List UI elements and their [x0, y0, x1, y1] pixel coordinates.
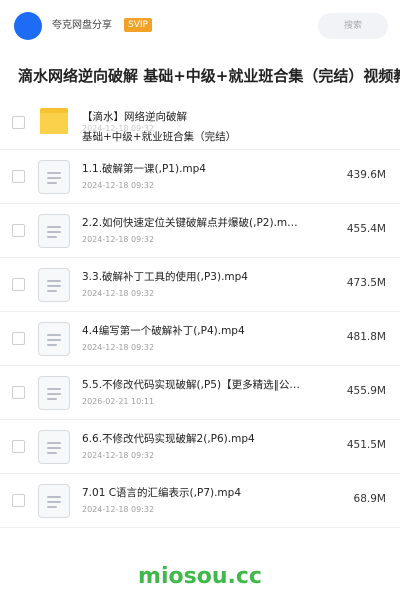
list-item[interactable]: 7.01 C语言的汇编表示(,P7).mp4 2024-12-18 09:32 …: [0, 474, 400, 528]
item-name: 7.01 C语言的汇编表示(,P7).mp4: [82, 487, 242, 499]
item-size: 439.6M: [346, 169, 386, 181]
video-file-icon: [38, 214, 70, 248]
video-file-icon: [38, 430, 70, 464]
list-item[interactable]: 2.2.如何快速定位关键破解点并爆破(,P2).m… 2024-12-18 09…: [0, 204, 400, 258]
video-file-icon: [38, 268, 70, 302]
share-owner-name: 夸克网盘分享: [52, 20, 112, 31]
item-date: 2024-12-18 09:32: [82, 343, 155, 352]
select-checkbox[interactable]: [12, 116, 25, 129]
item-date: 2024-12-18 09:32: [82, 451, 155, 460]
share-title-bar: 滴水网络逆向破解 基础+中级+就业班合集（完结）视频教: [0, 58, 400, 96]
video-file-icon: [38, 160, 70, 194]
site-watermark: miosou.cc: [138, 564, 262, 589]
item-size: 455.9M: [346, 385, 386, 397]
list-item[interactable]: 6.6.不修改代码实现破解2(,P6).mp4 2024-12-18 09:32…: [0, 420, 400, 474]
list-item[interactable]: 4.4编写第一个破解补丁(,P4).mp4 2024-12-18 09:32 4…: [0, 312, 400, 366]
item-size: 473.5M: [346, 277, 386, 289]
item-size: 451.5M: [346, 439, 386, 451]
select-checkbox[interactable]: [12, 332, 25, 345]
item-name: 1.1.破解第一课(,P1).mp4: [82, 163, 206, 175]
select-checkbox[interactable]: [12, 440, 25, 453]
item-name: 2.2.如何快速定位关键破解点并爆破(,P2).m…: [82, 217, 298, 229]
video-file-icon: [38, 376, 70, 410]
item-name: 【滴水】网络逆向破解: [82, 111, 187, 123]
item-date: 2026-02-21 10:11: [82, 397, 155, 406]
svip-badge: SVIP: [124, 18, 152, 32]
select-checkbox[interactable]: [12, 386, 25, 399]
item-date: 2024-12-18 09:32: [82, 235, 155, 244]
search-input[interactable]: 搜索: [318, 13, 388, 39]
item-size: 481.8M: [346, 331, 386, 343]
item-size: 455.4M: [346, 223, 386, 235]
select-checkbox[interactable]: [12, 278, 25, 291]
list-item[interactable]: 3.3.破解补丁工具的使用(,P3).mp4 2024-12-18 09:32 …: [0, 258, 400, 312]
item-name: 4.4编写第一个破解补丁(,P4).mp4: [82, 325, 245, 337]
select-checkbox[interactable]: [12, 494, 25, 507]
list-item-folder[interactable]: 2024-12-18 09:32 【滴水】网络逆向破解 基础+中级+就业班合集（…: [0, 96, 400, 150]
header: 夸克网盘分享 SVIP 搜索: [0, 0, 400, 52]
file-list: 2024-12-18 09:32 【滴水】网络逆向破解 基础+中级+就业班合集（…: [0, 96, 400, 528]
list-item[interactable]: 5.5.不修改代码实现破解(,P5)【更多精选‖公… 2026-02-21 10…: [0, 366, 400, 420]
item-name: 6.6.不修改代码实现破解2(,P6).mp4: [82, 433, 255, 445]
select-checkbox[interactable]: [12, 224, 25, 237]
item-name-continued: 基础+中级+就业班合集（完结）: [82, 131, 237, 143]
page-title: 滴水网络逆向破解 基础+中级+就业班合集（完结）视频教: [18, 67, 400, 85]
item-size: 68.9M: [353, 493, 386, 505]
item-date: 2024-12-18 09:32: [82, 181, 155, 190]
item-date: 2024-12-18 09:32: [82, 289, 155, 298]
video-file-icon: [38, 484, 70, 518]
folder-icon: [40, 108, 68, 134]
video-file-icon: [38, 322, 70, 356]
item-date: 2024-12-18 09:32: [82, 505, 155, 514]
item-name: 3.3.破解补丁工具的使用(,P3).mp4: [82, 271, 248, 283]
list-item[interactable]: 1.1.破解第一课(,P1).mp4 2024-12-18 09:32 439.…: [0, 150, 400, 204]
avatar[interactable]: [14, 12, 42, 40]
select-checkbox[interactable]: [12, 170, 25, 183]
item-name: 5.5.不修改代码实现破解(,P5)【更多精选‖公…: [82, 379, 300, 391]
